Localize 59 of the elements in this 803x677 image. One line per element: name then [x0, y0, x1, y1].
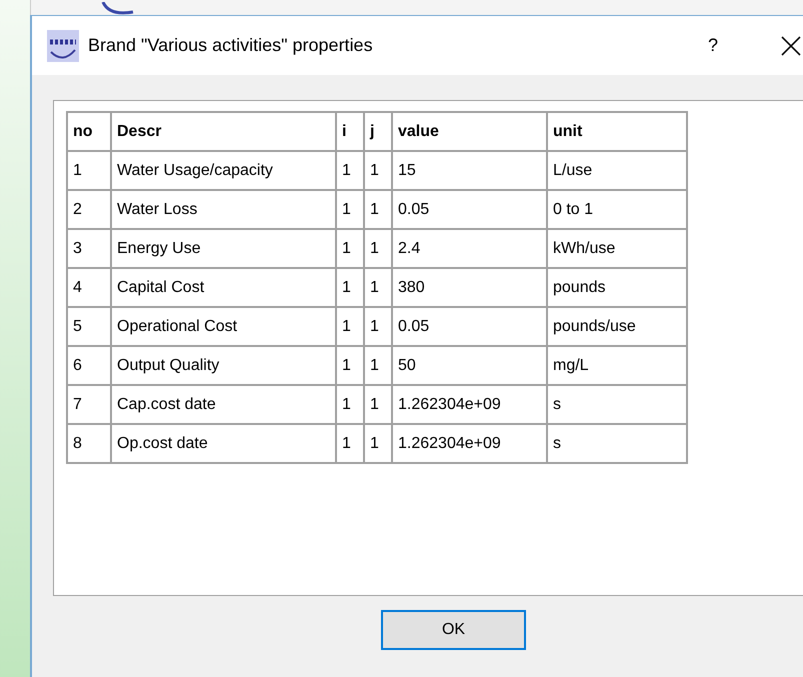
table-cell: 1	[364, 229, 392, 268]
table-cell: 1	[67, 151, 111, 190]
table-cell: Water Loss	[111, 190, 336, 229]
table-cell: 1	[336, 307, 364, 346]
table-cell: 7	[67, 385, 111, 424]
table-cell: 50	[392, 346, 547, 385]
table-cell: Energy Use	[111, 229, 336, 268]
table-cell: Water Usage/capacity	[111, 151, 336, 190]
table-cell: pounds/use	[547, 307, 687, 346]
window-title: Brand "Various activities" properties	[88, 35, 374, 56]
column-header: j	[364, 112, 392, 151]
table-cell: 1	[364, 307, 392, 346]
table-cell: 1	[336, 424, 364, 463]
table-cell: 4	[67, 268, 111, 307]
table-cell: 1	[336, 385, 364, 424]
table-cell: s	[547, 424, 687, 463]
table-cell: pounds	[547, 268, 687, 307]
table-cell: 0 to 1	[547, 190, 687, 229]
table-cell: s	[547, 385, 687, 424]
table-cell: Output Quality	[111, 346, 336, 385]
table-cell: 8	[67, 424, 111, 463]
table-cell: 1	[336, 346, 364, 385]
help-button[interactable]: ?	[701, 35, 725, 56]
table-cell: 1.262304e+09	[392, 424, 547, 463]
table-cell: 1	[364, 346, 392, 385]
table-cell: 1	[336, 229, 364, 268]
table-cell: Op.cost date	[111, 424, 336, 463]
table-cell: 1	[364, 424, 392, 463]
table-cell: 380	[392, 268, 547, 307]
column-header: no	[67, 112, 111, 151]
table-cell: 2	[67, 190, 111, 229]
table-cell: L/use	[547, 151, 687, 190]
table-cell: 0.05	[392, 190, 547, 229]
table-cell: 1	[364, 151, 392, 190]
table-cell: 1	[336, 151, 364, 190]
table-cell: Cap.cost date	[111, 385, 336, 424]
table-cell: kWh/use	[547, 229, 687, 268]
table-cell: Operational Cost	[111, 307, 336, 346]
table-cell: 15	[392, 151, 547, 190]
table-cell: 1.262304e+09	[392, 385, 547, 424]
table-cell: 1	[364, 385, 392, 424]
table-cell: 2.4	[392, 229, 547, 268]
table-cell: Capital Cost	[111, 268, 336, 307]
table-cell: 1	[364, 190, 392, 229]
table-cell: mg/L	[547, 346, 687, 385]
table-cell: 1	[336, 190, 364, 229]
table-cell: 3	[67, 229, 111, 268]
app-logo-icon	[47, 30, 79, 62]
column-header: value	[392, 112, 547, 151]
table-cell: 1	[336, 268, 364, 307]
table-cell: 0.05	[392, 307, 547, 346]
table-cell: 5	[67, 307, 111, 346]
table-cell: 6	[67, 346, 111, 385]
ok-button[interactable]: OK	[381, 610, 526, 650]
close-icon[interactable]	[781, 36, 801, 56]
column-header: Descr	[111, 112, 336, 151]
column-header: i	[336, 112, 364, 151]
table-cell: 1	[364, 268, 392, 307]
column-header: unit	[547, 112, 687, 151]
